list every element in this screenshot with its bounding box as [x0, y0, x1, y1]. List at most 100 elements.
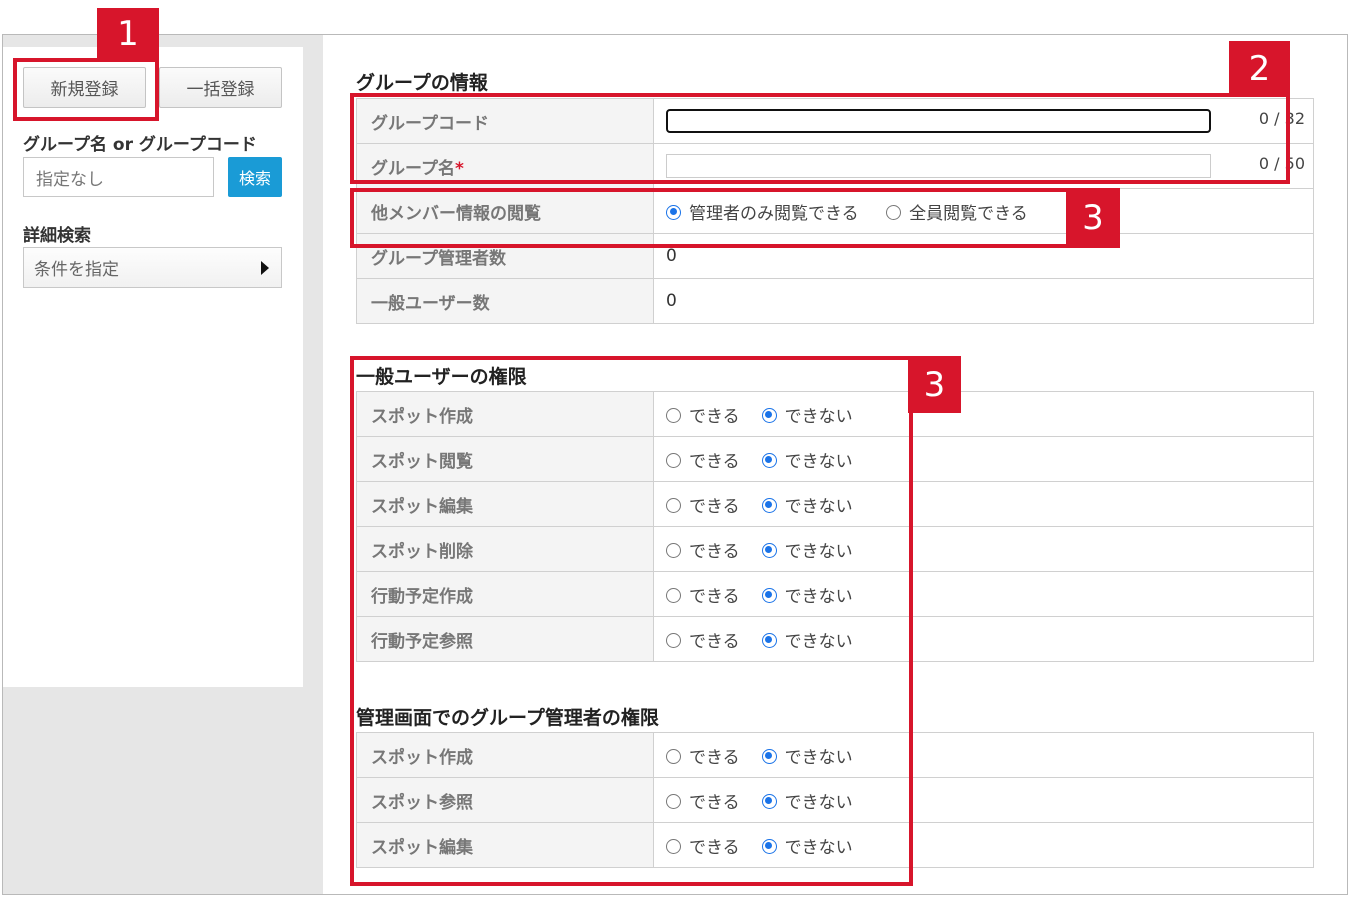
radio-unselected-icon[interactable]: [886, 204, 902, 220]
radio-deny[interactable]: できない: [761, 582, 853, 607]
row-value: 0: [653, 233, 1314, 279]
radio-selected-icon[interactable]: [761, 407, 777, 423]
radio-allow[interactable]: できる: [666, 402, 740, 427]
permission-options: できる できない: [653, 436, 1314, 482]
admin-perms-title: 管理画面でのグループ管理者の権限: [356, 707, 659, 729]
option-label: できない: [784, 792, 853, 813]
radio-allow[interactable]: できる: [666, 492, 740, 517]
radio-allow[interactable]: できる: [666, 833, 740, 858]
condition-label: 条件を指定: [34, 260, 119, 280]
permission-options: できる できない: [653, 777, 1314, 823]
option-label: できる: [689, 496, 740, 517]
table-row: スポット削除 できる できない: [356, 526, 1314, 572]
radio-deny[interactable]: できない: [761, 402, 853, 427]
option-label: できない: [784, 406, 853, 427]
row-label: グループ管理者数: [356, 233, 654, 279]
table-row: 行動予定参照 できる できない: [356, 616, 1314, 662]
radio-allow[interactable]: できる: [666, 582, 740, 607]
option-label: できない: [784, 631, 853, 652]
permission-options: できる できない: [653, 526, 1314, 572]
radio-unselected-icon[interactable]: [666, 632, 681, 648]
table-row: スポット編集 できる できない: [356, 822, 1314, 868]
row-label: グループコード: [356, 98, 654, 144]
radio-deny[interactable]: できない: [761, 743, 853, 768]
group-search-input[interactable]: 指定なし: [23, 157, 214, 197]
option-label: できる: [689, 747, 740, 768]
group-name-cell: 0 / 50: [653, 143, 1314, 189]
table-row: スポット編集 できる できない: [356, 481, 1314, 527]
radio-admin-only[interactable]: 管理者のみ閲覧できる: [666, 199, 859, 224]
radio-unselected-icon[interactable]: [666, 452, 681, 468]
radio-selected-icon[interactable]: [761, 587, 777, 603]
radio-selected-icon[interactable]: [666, 204, 681, 220]
row-label: 行動予定作成: [356, 571, 654, 617]
annotation-tag-2: 2: [1229, 41, 1290, 96]
general-perms-table: スポット作成 できる できない スポット閲覧 できる できない スポット編集 できる できないス…: [356, 391, 1314, 662]
radio-allow[interactable]: できる: [666, 447, 740, 472]
option-label: できる: [689, 406, 740, 427]
radio-deny[interactable]: できない: [761, 537, 853, 562]
radio-selected-icon[interactable]: [761, 542, 777, 558]
radio-unselected-icon[interactable]: [666, 587, 681, 603]
radio-selected-icon[interactable]: [761, 497, 777, 513]
row-value: 0: [653, 278, 1314, 324]
row-label: スポット作成: [356, 391, 654, 437]
condition-select-button[interactable]: 条件を指定: [23, 247, 282, 288]
radio-allow[interactable]: できる: [666, 627, 740, 652]
radio-unselected-icon[interactable]: [666, 748, 681, 764]
radio-unselected-icon[interactable]: [666, 497, 681, 513]
permission-options: できる できない: [653, 732, 1314, 778]
option-label: できない: [784, 747, 853, 768]
group-name-label: グループ名: [371, 158, 455, 179]
new-register-button[interactable]: 新規登録: [23, 67, 146, 108]
table-row: スポット作成 できる できない: [356, 732, 1314, 778]
table-row: スポット閲覧 できる できない: [356, 436, 1314, 482]
table-row: グループ管理者数 0: [356, 233, 1314, 279]
option-label: できる: [689, 631, 740, 652]
table-row: スポット参照 できる できない: [356, 777, 1314, 823]
radio-deny[interactable]: できない: [761, 492, 853, 517]
radio-deny[interactable]: できない: [761, 627, 853, 652]
radio-deny[interactable]: できない: [761, 447, 853, 472]
row-label: スポット編集: [356, 481, 654, 527]
radio-allow[interactable]: できる: [666, 788, 740, 813]
advanced-search-label: 詳細検索: [23, 226, 91, 246]
radio-selected-icon[interactable]: [761, 452, 777, 468]
permission-options: できる できない: [653, 571, 1314, 617]
option-label: できない: [784, 496, 853, 517]
radio-allow[interactable]: できる: [666, 537, 740, 562]
table-row: グループ名* 0 / 50: [356, 143, 1314, 189]
option-label: 管理者のみ閲覧できる: [689, 203, 859, 224]
option-label: できる: [689, 451, 740, 472]
table-row: 行動予定作成 できる できない: [356, 571, 1314, 617]
radio-unselected-icon[interactable]: [666, 542, 681, 558]
bulk-register-button[interactable]: 一括登録: [159, 67, 282, 108]
radio-unselected-icon[interactable]: [666, 407, 681, 423]
row-label: 他メンバー情報の閲覧: [356, 188, 654, 234]
radio-selected-icon[interactable]: [761, 748, 777, 764]
option-label: できる: [689, 837, 740, 858]
option-label: できない: [784, 451, 853, 472]
radio-allow[interactable]: できる: [666, 743, 740, 768]
group-code-cell: 0 / 32: [653, 98, 1314, 144]
radio-unselected-icon[interactable]: [666, 838, 681, 854]
option-label: 全員閲覧できる: [909, 203, 1028, 224]
search-button[interactable]: 検索: [228, 157, 282, 197]
radio-deny[interactable]: できない: [761, 788, 853, 813]
table-row: グループコード 0 / 32: [356, 98, 1314, 144]
radio-selected-icon[interactable]: [761, 793, 777, 809]
filter-label: グループ名 or グループコード: [23, 135, 257, 155]
required-mark: *: [454, 158, 464, 179]
option-label: できる: [689, 586, 740, 607]
option-label: できない: [784, 541, 853, 562]
char-counter: 0 / 32: [1258, 109, 1305, 128]
group-name-input[interactable]: [666, 154, 1211, 178]
radio-selected-icon[interactable]: [761, 632, 777, 648]
radio-unselected-icon[interactable]: [666, 793, 681, 809]
radio-everyone[interactable]: 全員閲覧できる: [886, 199, 1028, 224]
visibility-options: 管理者のみ閲覧できる 全員閲覧できる: [653, 188, 1314, 234]
radio-selected-icon[interactable]: [761, 838, 777, 854]
char-counter: 0 / 50: [1258, 154, 1305, 173]
radio-deny[interactable]: できない: [761, 833, 853, 858]
group-code-input[interactable]: [666, 109, 1211, 133]
